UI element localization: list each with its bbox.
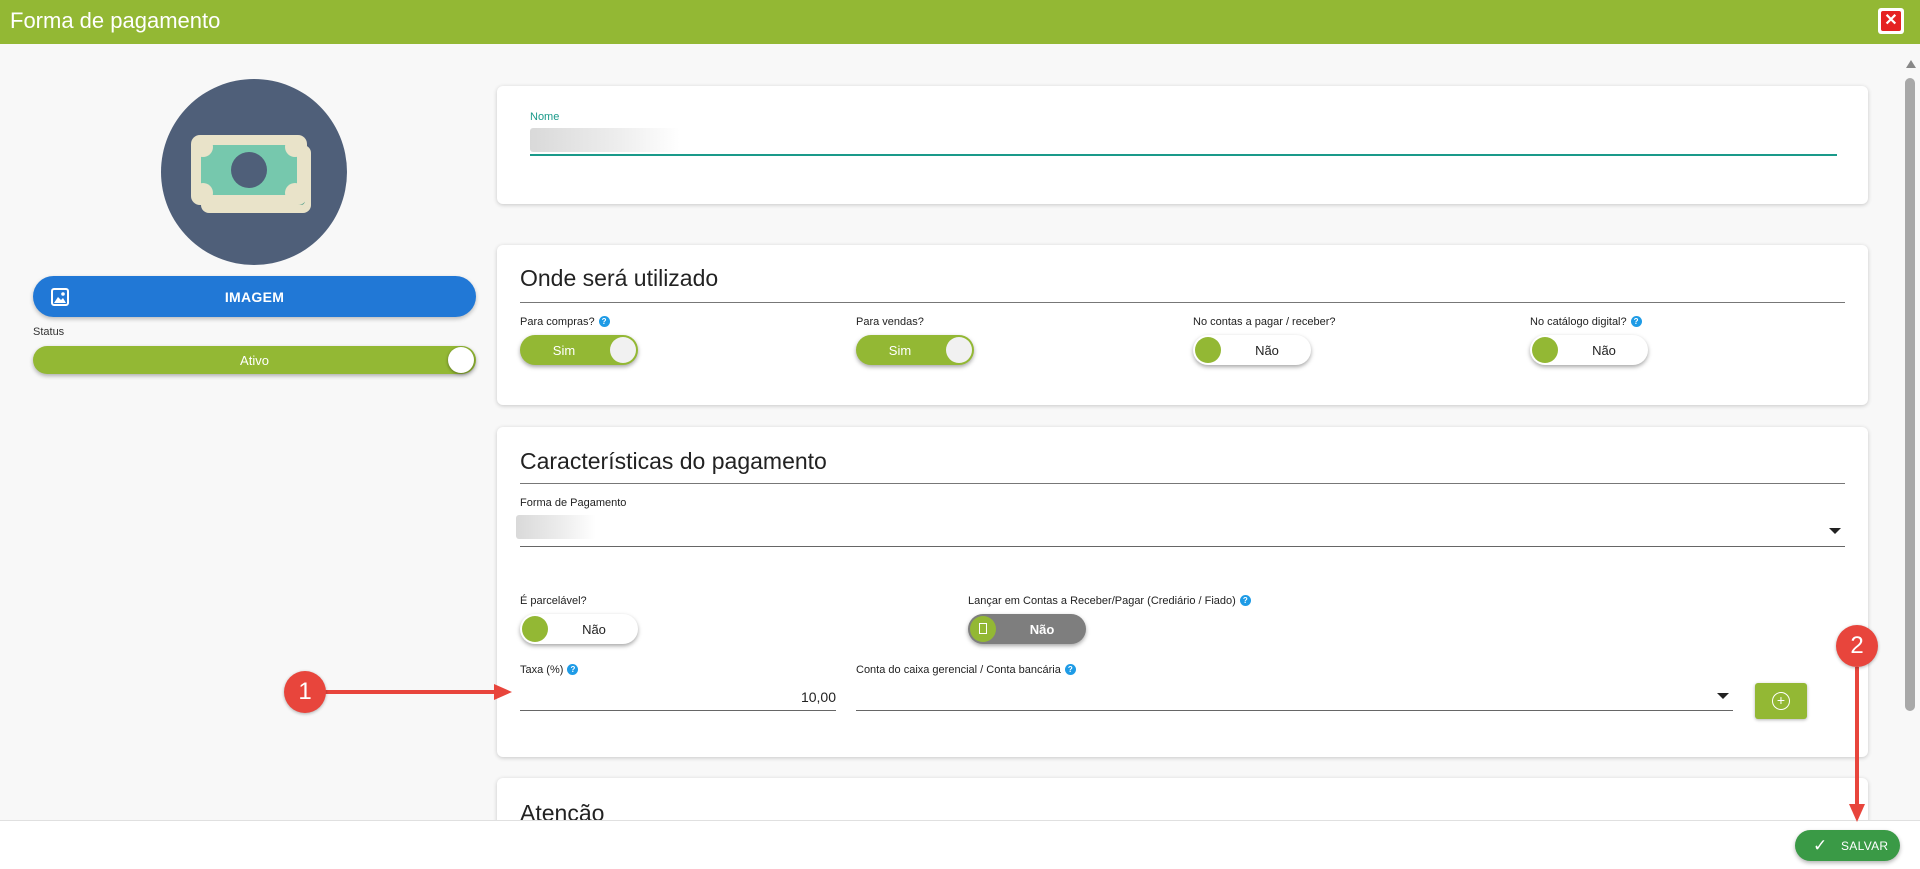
lancar-contas-label: Lançar em Contas a Receber/Pagar (Crediá… <box>968 595 1251 607</box>
arrow-1 <box>324 684 512 700</box>
annotation-marker-2: 2 <box>1836 625 1878 667</box>
name-label: Nome <box>530 111 560 123</box>
usage-title: Onde será utilizado <box>520 265 719 291</box>
status-label: Status <box>33 326 65 338</box>
para-compras-label: Para compras?? <box>520 316 610 328</box>
image-button-label: IMAGEM <box>224 289 285 305</box>
add-account-button[interactable]: + <box>1755 683 1807 719</box>
para-vendas-toggle[interactable]: Sim <box>856 335 974 365</box>
toggle-knob <box>970 616 996 642</box>
help-icon[interactable]: ? <box>1064 664 1076 675</box>
toggle-knob <box>946 337 972 363</box>
taxa-value: 10,00 <box>800 689 836 705</box>
name-card: Nome <box>497 86 1868 204</box>
footer-bar <box>0 820 1920 869</box>
para-vendas-label: Para vendas? <box>856 316 924 328</box>
payment-card: Características do pagamento Forma de Pa… <box>497 427 1868 757</box>
window-titlebar: Forma de pagamento ✕ <box>0 0 1920 44</box>
payment-method-avatar <box>161 79 347 265</box>
catalogo-digital-toggle[interactable]: Não <box>1530 335 1648 365</box>
close-icon: ✕ <box>1881 11 1901 31</box>
scrollbar-thumb[interactable] <box>1905 78 1915 711</box>
status-toggle-knob <box>448 347 474 373</box>
plus-icon: + <box>1772 692 1790 710</box>
scroll-up-arrow[interactable] <box>1906 60 1916 68</box>
window-title: Forma de pagamento <box>10 8 221 33</box>
toggle-knob <box>1195 337 1221 363</box>
para-compras-toggle[interactable]: Sim <box>520 335 638 365</box>
catalogo-digital-value: Não <box>1592 343 1616 358</box>
help-icon[interactable]: ? <box>1239 595 1251 606</box>
toggle-knob <box>522 616 548 642</box>
parcelavel-toggle[interactable]: Não <box>520 614 638 644</box>
parcelavel-value: Não <box>582 622 606 637</box>
check-icon: ✓ <box>1813 836 1828 855</box>
conta-select[interactable] <box>856 681 1733 711</box>
catalogo-digital-label: No catálogo digital?? <box>1530 316 1642 328</box>
contas-pagar-receber-label: No contas a pagar / receber? <box>1193 316 1336 328</box>
name-input[interactable] <box>530 126 1837 156</box>
toggle-knob <box>1532 337 1558 363</box>
payment-title: Características do pagamento <box>520 448 827 474</box>
parcelavel-label: É parcelável? <box>520 595 587 607</box>
contas-pagar-receber-toggle[interactable]: Não <box>1193 335 1311 365</box>
image-button[interactable]: IMAGEM <box>33 276 476 317</box>
contas-pagar-receber-value: Não <box>1255 343 1279 358</box>
toggle-knob <box>610 337 636 363</box>
payment-divider <box>520 483 1845 484</box>
lancar-contas-value: Não <box>1029 622 1055 637</box>
close-button[interactable]: ✕ <box>1878 8 1904 34</box>
lancar-contas-toggle[interactable]: Não <box>968 614 1086 644</box>
chevron-down-icon <box>1829 528 1841 534</box>
status-value: Ativo <box>240 353 269 368</box>
chevron-down-icon <box>1717 693 1729 699</box>
money-icon <box>191 135 311 213</box>
save-button[interactable]: ✓ SALVAR <box>1795 830 1900 861</box>
lock-icon <box>979 623 987 634</box>
taxa-label: Taxa (%)? <box>520 664 579 676</box>
taxa-input[interactable]: 10,00 <box>520 681 836 711</box>
para-compras-value: Sim <box>552 343 576 358</box>
usage-card: Onde será utilizado Para compras?? Sim P… <box>497 245 1868 405</box>
usage-divider <box>520 302 1845 303</box>
status-toggle[interactable]: Ativo <box>33 346 476 374</box>
forma-pagamento-label: Forma de Pagamento <box>520 497 627 509</box>
forma-pagamento-select[interactable] <box>520 513 1845 547</box>
help-icon[interactable]: ? <box>1630 316 1642 327</box>
help-icon[interactable]: ? <box>598 316 610 327</box>
annotation-marker-1: 1 <box>284 671 326 713</box>
para-vendas-value: Sim <box>888 343 912 358</box>
save-button-label: SALVAR <box>1841 839 1889 853</box>
help-icon[interactable]: ? <box>567 664 579 675</box>
conta-label: Conta do caixa gerencial / Conta bancári… <box>856 664 1076 676</box>
